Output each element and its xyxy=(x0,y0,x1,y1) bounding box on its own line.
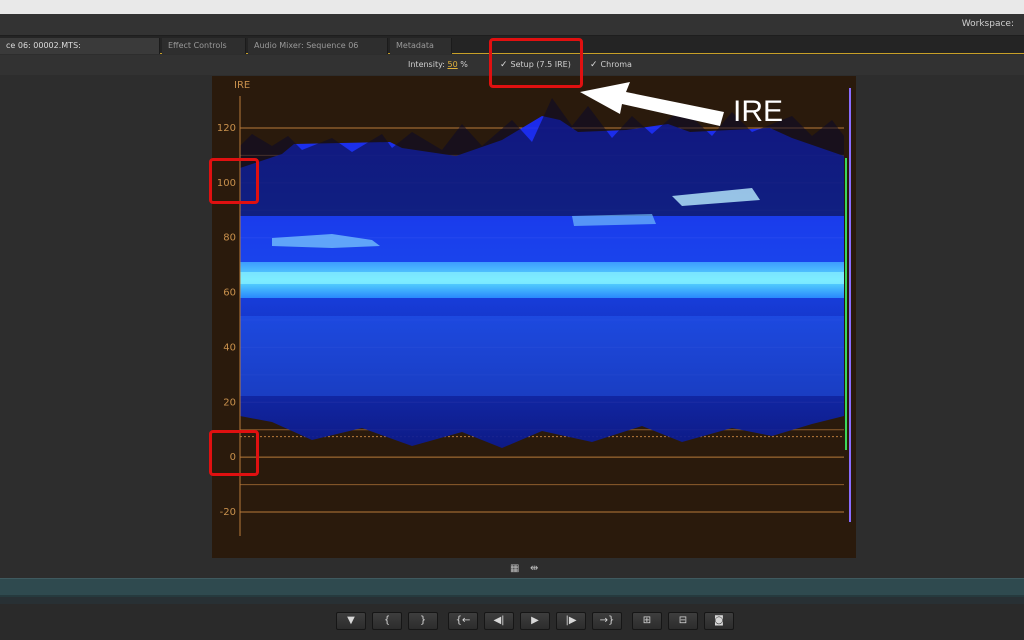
workspace-bar: Workspace: xyxy=(0,14,1024,36)
workspace-label[interactable]: Workspace: xyxy=(962,19,1014,29)
go-to-out-icon[interactable]: →} xyxy=(592,612,622,630)
chroma-label: Chroma xyxy=(600,60,632,69)
tick-label--20: -20 xyxy=(220,507,236,518)
insert-icon[interactable]: ⊞ xyxy=(632,612,662,630)
step-back-icon[interactable]: ◀| xyxy=(484,612,514,630)
tick-label-20: 20 xyxy=(223,397,236,408)
intensity-control: Intensity: 50 % xyxy=(408,60,468,69)
tab-label: Audio Mixer: Sequence 06 xyxy=(254,41,359,50)
transport-controls: ▼ { } {← ◀| ▶ |▶ →} ⊞ ⊟ ◙ xyxy=(0,604,1024,640)
tick-label-80: 80 xyxy=(223,233,236,244)
intensity-value[interactable]: 50 xyxy=(447,60,457,69)
waveform-plot: IRE 120100806040200-20 xyxy=(217,80,851,536)
ire-100-highlight-box xyxy=(209,158,259,204)
in-point-icon[interactable]: { xyxy=(372,612,402,630)
intensity-label: Intensity: xyxy=(408,60,445,69)
tick-label-60: 60 xyxy=(223,288,236,299)
ire-axis-label: IRE xyxy=(234,80,250,91)
overwrite-icon[interactable]: ⊟ xyxy=(668,612,698,630)
go-to-in-icon[interactable]: {← xyxy=(448,612,478,630)
checkmark-icon: ✓ xyxy=(590,60,598,70)
trace-cyan-mid xyxy=(572,214,656,226)
play-icon[interactable]: ▶ xyxy=(520,612,550,630)
out-point-icon[interactable]: } xyxy=(408,612,438,630)
trace-cyan-core xyxy=(240,272,844,284)
film-strip-icon[interactable]: ▦ xyxy=(510,563,519,574)
title-strip xyxy=(0,0,1024,14)
marker-icon[interactable]: ▼ xyxy=(336,612,366,630)
waveform-scope: IRE 120 100 80 60 40 20 0 -20 xyxy=(212,76,856,558)
timeline-track[interactable] xyxy=(0,579,1024,595)
ire-0-highlight-box xyxy=(209,430,259,476)
tab-label: Metadata xyxy=(396,41,434,50)
tick-label-40: 40 xyxy=(223,342,236,353)
intensity-unit: % xyxy=(460,60,468,69)
chroma-checkbox[interactable]: ✓ Chroma xyxy=(590,60,632,70)
trace-lower-speckle xyxy=(240,316,844,396)
step-forward-icon[interactable]: |▶ xyxy=(556,612,586,630)
annotation-arrow-icon xyxy=(580,82,724,126)
tab-metadata[interactable]: Metadata xyxy=(390,38,452,54)
camera-icon[interactable]: ◙ xyxy=(704,612,734,630)
tab-program-monitor[interactable]: ce 06: 00002.MTS: 00;00;13;42▼× xyxy=(0,38,160,66)
waveform-toggle-icon[interactable]: ⇹ xyxy=(530,563,538,574)
tab-audio-mixer[interactable]: Audio Mixer: Sequence 06 xyxy=(248,38,388,54)
scope-footer: ▦ ⇹ xyxy=(0,560,1024,578)
annotation-label: IRE xyxy=(733,95,784,128)
tick-label-120: 120 xyxy=(217,123,236,134)
setup-highlight-box xyxy=(489,38,583,88)
time-ruler[interactable] xyxy=(0,578,1024,605)
tab-effect-controls[interactable]: Effect Controls xyxy=(162,38,246,54)
luma-trace xyxy=(240,98,844,448)
premiere-window: Workspace: ce 06: 00002.MTS: 00;00;13;42… xyxy=(0,0,1024,640)
tab-label: Effect Controls xyxy=(168,41,227,50)
